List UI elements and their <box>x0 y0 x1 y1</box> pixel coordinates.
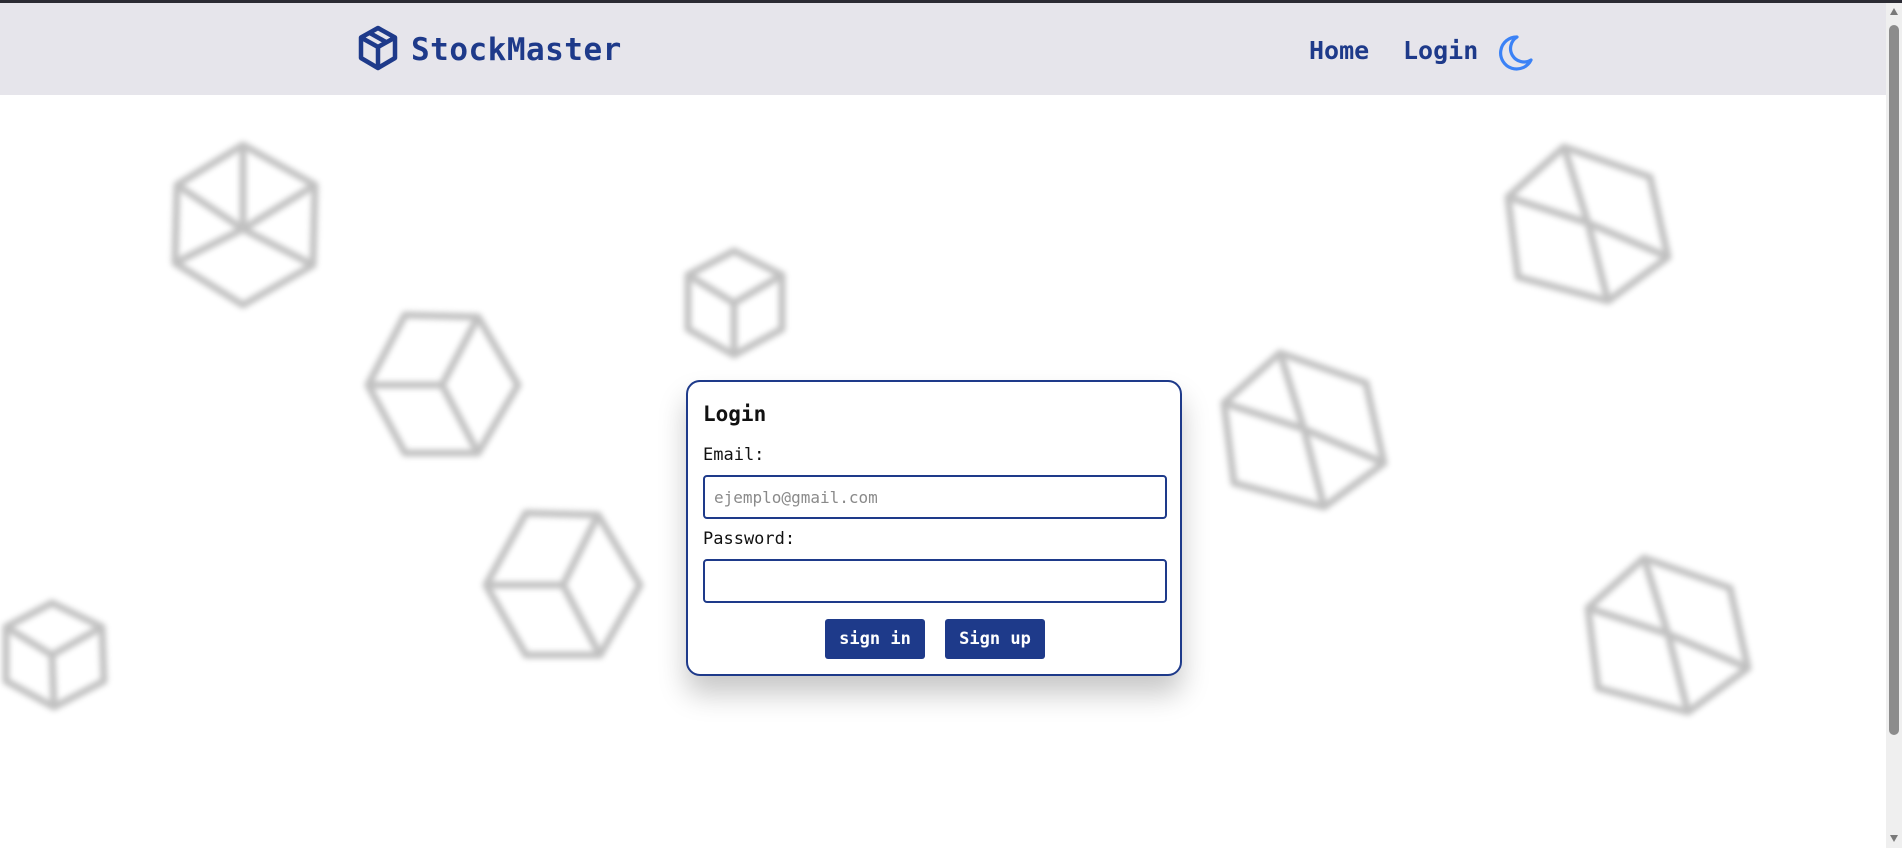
cube-decoration-icon <box>684 247 786 359</box>
sign-in-button[interactable]: sign in <box>825 619 925 659</box>
email-label: Email: <box>703 445 765 465</box>
scroll-up-arrow-icon[interactable] <box>1890 8 1898 15</box>
password-label: Password: <box>703 529 796 549</box>
sign-up-button[interactable]: Sign up <box>945 619 1045 659</box>
cube-decoration-icon <box>364 311 522 457</box>
cube-decoration-icon <box>1504 143 1672 305</box>
login-card: Login Email: Password: sign in Sign up <box>686 380 1182 676</box>
brand[interactable]: StockMaster <box>357 25 622 75</box>
vertical-scrollbar[interactable] <box>1886 3 1902 848</box>
nav-login-link[interactable]: Login <box>1403 36 1478 65</box>
cube-decoration-icon <box>1584 554 1752 716</box>
email-field[interactable] <box>703 475 1167 519</box>
brand-name: StockMaster <box>411 32 622 68</box>
navbar: StockMaster Home Login <box>0 3 1886 95</box>
moon-icon[interactable] <box>1496 33 1534 77</box>
cube-icon <box>357 25 399 75</box>
cube-decoration-icon <box>2 599 108 711</box>
login-title: Login <box>703 402 767 426</box>
scrollbar-thumb[interactable] <box>1889 25 1899 735</box>
cube-decoration-icon <box>1220 349 1388 511</box>
cube-decoration-icon <box>171 141 319 309</box>
nav-home-link[interactable]: Home <box>1309 36 1369 65</box>
scroll-down-arrow-icon[interactable] <box>1890 835 1898 842</box>
cube-decoration-icon <box>482 509 644 659</box>
password-field[interactable] <box>703 559 1167 603</box>
